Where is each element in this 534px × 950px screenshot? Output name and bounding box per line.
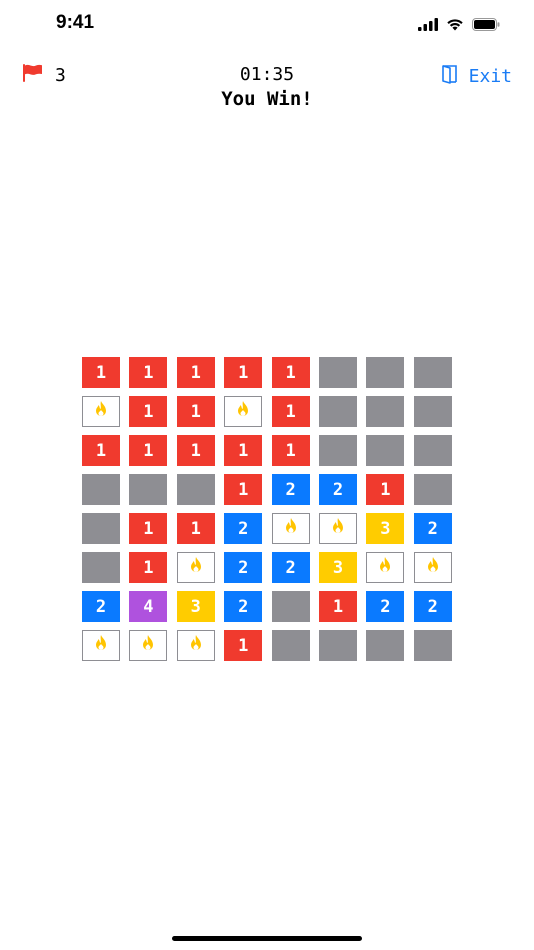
number-cell[interactable]: 1 xyxy=(82,435,120,466)
number-cell[interactable]: 3 xyxy=(319,552,357,583)
hidden-cell[interactable] xyxy=(366,630,405,661)
home-indicator xyxy=(172,936,362,941)
fire-icon xyxy=(283,517,299,540)
fire-icon xyxy=(377,556,393,579)
hidden-cell[interactable] xyxy=(319,630,357,661)
fire-icon xyxy=(188,556,204,579)
number-cell[interactable]: 1 xyxy=(271,435,310,466)
number-cell[interactable]: 2 xyxy=(319,474,357,505)
mine-cell[interactable] xyxy=(176,552,215,583)
number-cell[interactable]: 1 xyxy=(129,396,168,427)
number-cell[interactable]: 3 xyxy=(176,591,215,622)
mine-cell[interactable] xyxy=(413,552,452,583)
mine-cell[interactable] xyxy=(129,630,168,661)
hidden-cell[interactable] xyxy=(413,435,452,466)
game-top-bar: 3 01:35 Exit xyxy=(0,62,534,90)
number-cell[interactable]: 1 xyxy=(271,357,310,388)
hidden-cell[interactable] xyxy=(319,396,357,427)
hidden-cell[interactable] xyxy=(366,435,405,466)
hidden-cell[interactable] xyxy=(413,630,452,661)
number-cell[interactable]: 2 xyxy=(224,591,263,622)
number-cell[interactable]: 1 xyxy=(176,396,215,427)
number-cell[interactable]: 1 xyxy=(224,474,263,505)
number-cell[interactable]: 2 xyxy=(366,591,405,622)
hidden-cell[interactable] xyxy=(413,396,452,427)
status-icons xyxy=(418,16,500,35)
hidden-cell[interactable] xyxy=(319,357,357,388)
hidden-cell[interactable] xyxy=(271,591,310,622)
number-cell[interactable]: 1 xyxy=(176,357,215,388)
number-cell[interactable]: 2 xyxy=(413,513,452,544)
fire-icon xyxy=(188,634,204,657)
hidden-cell[interactable] xyxy=(176,474,215,505)
hidden-cell[interactable] xyxy=(82,513,120,544)
hidden-cell[interactable] xyxy=(366,357,405,388)
hidden-cell[interactable] xyxy=(82,552,120,583)
mine-cell[interactable] xyxy=(82,396,120,427)
number-cell[interactable]: 1 xyxy=(176,435,215,466)
game-result-text: You Win! xyxy=(221,88,313,110)
fire-icon xyxy=(140,634,156,657)
number-cell[interactable]: 1 xyxy=(129,552,168,583)
number-cell[interactable]: 4 xyxy=(129,591,168,622)
fire-icon xyxy=(93,400,109,423)
exit-button[interactable]: Exit xyxy=(441,64,512,88)
hidden-cell[interactable] xyxy=(271,630,310,661)
number-cell[interactable]: 2 xyxy=(413,591,452,622)
hidden-cell[interactable] xyxy=(319,435,357,466)
mine-cell[interactable] xyxy=(82,630,120,661)
number-cell[interactable]: 1 xyxy=(176,513,215,544)
hidden-cell[interactable] xyxy=(413,357,452,388)
minesweeper-board: 1111111111111122111232122324321221 xyxy=(82,357,452,661)
battery-icon xyxy=(472,16,500,35)
number-cell[interactable]: 1 xyxy=(366,474,405,505)
number-cell[interactable]: 1 xyxy=(129,513,168,544)
hidden-cell[interactable] xyxy=(366,396,405,427)
fire-icon xyxy=(235,400,251,423)
number-cell[interactable]: 3 xyxy=(366,513,405,544)
number-cell[interactable]: 2 xyxy=(82,591,120,622)
fire-icon xyxy=(330,517,346,540)
fire-icon xyxy=(93,634,109,657)
hidden-cell[interactable] xyxy=(82,474,120,505)
mine-cell[interactable] xyxy=(176,630,215,661)
number-cell[interactable]: 2 xyxy=(271,552,310,583)
status-bar: 9:41 xyxy=(0,0,534,50)
number-cell[interactable]: 1 xyxy=(224,357,263,388)
mine-cell[interactable] xyxy=(224,396,263,427)
mine-cell[interactable] xyxy=(366,552,405,583)
cellular-signal-icon xyxy=(418,16,438,35)
status-time: 9:41 xyxy=(56,12,95,33)
number-cell[interactable]: 1 xyxy=(271,396,310,427)
wifi-icon xyxy=(446,16,464,35)
number-cell[interactable]: 1 xyxy=(82,357,120,388)
mine-cell[interactable] xyxy=(319,513,357,544)
number-cell[interactable]: 1 xyxy=(224,435,263,466)
exit-label: Exit xyxy=(468,65,512,87)
number-cell[interactable]: 1 xyxy=(319,591,357,622)
number-cell[interactable]: 1 xyxy=(224,630,263,661)
fire-icon xyxy=(425,556,441,579)
number-cell[interactable]: 2 xyxy=(224,513,263,544)
mine-cell[interactable] xyxy=(271,513,310,544)
hidden-cell[interactable] xyxy=(129,474,168,505)
hidden-cell[interactable] xyxy=(413,474,452,505)
number-cell[interactable]: 1 xyxy=(129,435,168,466)
number-cell[interactable]: 1 xyxy=(129,357,168,388)
door-icon xyxy=(441,64,459,88)
number-cell[interactable]: 2 xyxy=(224,552,263,583)
number-cell[interactable]: 2 xyxy=(271,474,310,505)
